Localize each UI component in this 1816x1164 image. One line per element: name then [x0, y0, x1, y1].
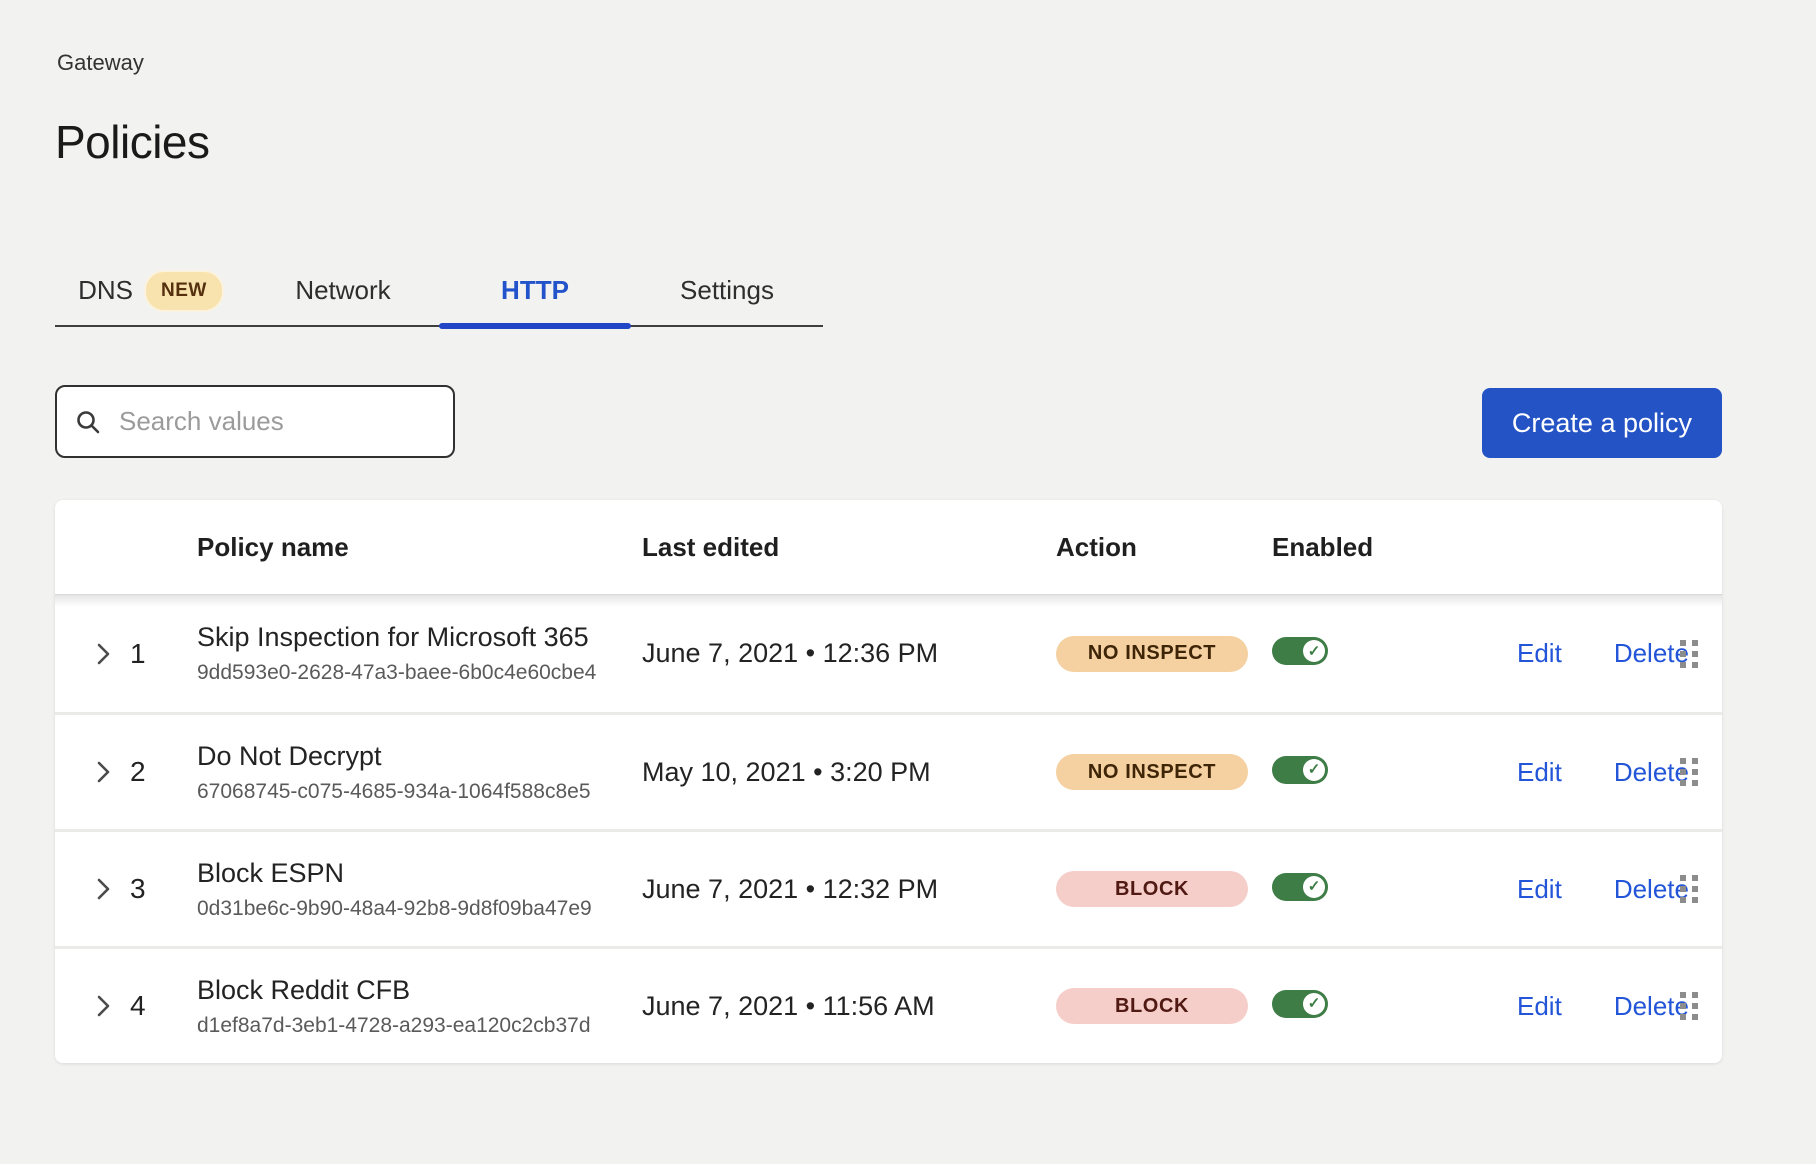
enabled-toggle[interactable]: ✓ [1272, 990, 1328, 1018]
new-badge: NEW [144, 270, 224, 312]
tab-settings-label: Settings [680, 275, 774, 306]
edit-link[interactable]: Edit [1517, 638, 1562, 669]
delete-link[interactable]: Delete [1614, 991, 1689, 1022]
delete-link[interactable]: Delete [1614, 757, 1689, 788]
action-badge: NO INSPECT [1056, 754, 1248, 790]
policy-id: d1ef8a7d-3eb1-4728-a293-ea120c2cb37d [197, 1014, 642, 1038]
toggle-check-icon: ✓ [1303, 640, 1325, 662]
row-number: 2 [130, 756, 197, 788]
row-number: 1 [130, 638, 197, 670]
table-row: 2 Do Not Decrypt 67068745-c075-4685-934a… [55, 712, 1722, 829]
action-badge: BLOCK [1056, 871, 1248, 907]
tab-http-label: HTTP [501, 275, 569, 306]
edit-link[interactable]: Edit [1517, 991, 1562, 1022]
tab-bar: DNS NEW Network HTTP Settings [55, 256, 823, 327]
toggle-check-icon: ✓ [1303, 993, 1325, 1015]
chevron-right-icon [95, 876, 112, 902]
last-edited: June 7, 2021 • 11:56 AM [642, 991, 1056, 1022]
tab-dns[interactable]: DNS NEW [55, 256, 247, 325]
tab-http[interactable]: HTTP [439, 256, 631, 325]
table-header: Policy name Last edited Action Enabled [55, 500, 1722, 595]
chevron-right-icon [95, 641, 112, 667]
row-drag-handle[interactable] [1680, 758, 1698, 786]
expand-row-button[interactable] [91, 637, 116, 671]
edit-link[interactable]: Edit [1517, 757, 1562, 788]
chevron-right-icon [95, 993, 112, 1019]
policy-name: Block Reddit CFB [197, 975, 642, 1006]
last-edited: June 7, 2021 • 12:32 PM [642, 874, 1056, 905]
toggle-check-icon: ✓ [1303, 876, 1325, 898]
row-number: 3 [130, 873, 197, 905]
policy-name: Skip Inspection for Microsoft 365 [197, 622, 642, 653]
policy-name: Do Not Decrypt [197, 741, 642, 772]
row-number: 4 [130, 990, 197, 1022]
table-row: 3 Block ESPN 0d31be6c-9b90-48a4-92b8-9d8… [55, 829, 1722, 946]
table-body: 1 Skip Inspection for Microsoft 365 9dd5… [55, 595, 1722, 1063]
expand-row-button[interactable] [91, 872, 116, 906]
row-drag-handle[interactable] [1680, 992, 1698, 1020]
tab-settings[interactable]: Settings [631, 256, 823, 325]
chevron-right-icon [95, 759, 112, 785]
row-drag-handle[interactable] [1680, 875, 1698, 903]
delete-link[interactable]: Delete [1614, 874, 1689, 905]
enabled-toggle[interactable]: ✓ [1272, 873, 1328, 901]
breadcrumb-gateway: Gateway [57, 50, 144, 76]
expand-row-button[interactable] [91, 989, 116, 1023]
policy-name: Block ESPN [197, 858, 642, 889]
search-input[interactable] [117, 405, 456, 438]
policy-id: 67068745-c075-4685-934a-1064f588c8e5 [197, 780, 642, 804]
enabled-toggle[interactable]: ✓ [1272, 756, 1328, 784]
search-box [55, 385, 455, 458]
table-row: 1 Skip Inspection for Microsoft 365 9dd5… [55, 595, 1722, 712]
action-badge: NO INSPECT [1056, 636, 1248, 672]
enabled-toggle[interactable]: ✓ [1272, 637, 1328, 665]
row-drag-handle[interactable] [1680, 640, 1698, 668]
delete-link[interactable]: Delete [1614, 638, 1689, 669]
table-row: 4 Block Reddit CFB d1ef8a7d-3eb1-4728-a2… [55, 946, 1722, 1063]
toggle-check-icon: ✓ [1303, 759, 1325, 781]
edit-link[interactable]: Edit [1517, 874, 1562, 905]
policy-id: 9dd593e0-2628-47a3-baee-6b0c4e60cbe4 [197, 661, 642, 685]
header-enabled: Enabled [1272, 532, 1467, 563]
action-badge: BLOCK [1056, 988, 1248, 1024]
policies-table: Policy name Last edited Action Enabled 1… [55, 500, 1722, 1063]
page-title: Policies [55, 115, 210, 169]
expand-row-button[interactable] [91, 755, 116, 789]
search-icon [75, 409, 101, 435]
header-last-edited: Last edited [642, 532, 1056, 563]
tab-network-label: Network [295, 275, 390, 306]
tab-network[interactable]: Network [247, 256, 439, 325]
tab-dns-label: DNS [78, 275, 133, 306]
header-policy-name: Policy name [197, 532, 642, 563]
policy-id: 0d31be6c-9b90-48a4-92b8-9d8f09ba47e9 [197, 897, 642, 921]
last-edited: May 10, 2021 • 3:20 PM [642, 757, 1056, 788]
last-edited: June 7, 2021 • 12:36 PM [642, 638, 1056, 669]
create-policy-button[interactable]: Create a policy [1482, 388, 1722, 458]
header-action: Action [1056, 532, 1272, 563]
